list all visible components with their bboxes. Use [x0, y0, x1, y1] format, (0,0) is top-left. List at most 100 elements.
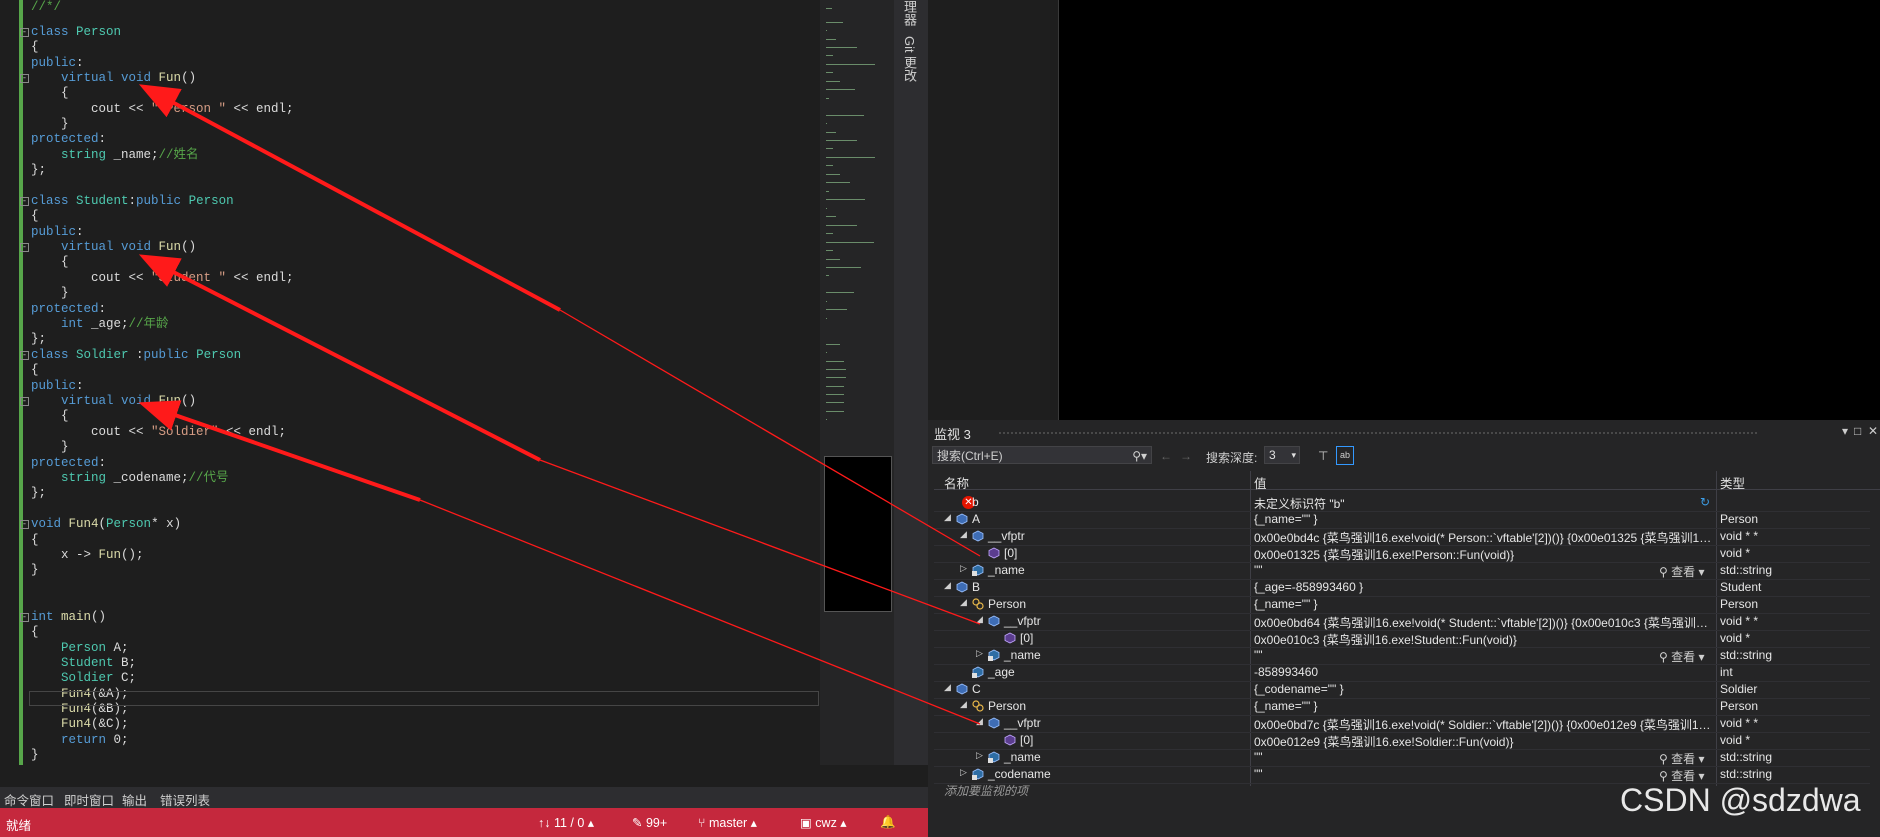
collapse-icon[interactable]: ◢	[960, 529, 967, 540]
watch-value[interactable]: {_codename="" }	[1254, 682, 1714, 696]
refresh-icon[interactable]: ↻	[1700, 495, 1710, 509]
collapse-icon[interactable]: ◢	[944, 512, 951, 523]
code-token: ();	[121, 548, 144, 562]
watch-row[interactable]: [0] 0x00e01325 {菜鸟强训16.exe!Person::Fun(vo…	[934, 545, 1870, 563]
watch-value[interactable]: -858993460	[1254, 665, 1714, 679]
watch-value[interactable]: 0x00e012e9 {菜鸟强训16.exe!Soldier::Fun(void…	[1254, 733, 1714, 750]
watch-value[interactable]: ""	[1254, 750, 1644, 764]
chevron-down-icon: ▾	[1695, 650, 1705, 664]
watch-row[interactable]: ◢ A {_name="" } Person	[934, 511, 1870, 529]
watch-value[interactable]: {_name="" }	[1254, 597, 1714, 611]
expand-icon[interactable]: ▷	[960, 563, 967, 574]
csdn-watermark: CSDN @sdzdwa	[1620, 782, 1861, 818]
collapse-icon[interactable]: ◢	[944, 580, 951, 591]
collapse-icon[interactable]: ◢	[960, 699, 967, 710]
collapse-icon[interactable]: ◢	[944, 682, 951, 693]
collapse-icon[interactable]: -	[20, 397, 29, 406]
close-icon[interactable]: ✕	[1868, 424, 1878, 438]
watch-row[interactable]: ◢ __vfptr 0x00e0bd7c {菜鸟强训16.exe!void(* So…	[934, 715, 1870, 733]
watch-row[interactable]: ◢ B {_age=-858993460 } Student	[934, 579, 1870, 597]
collapse-icon[interactable]: -	[20, 243, 29, 252]
watch-value[interactable]: ""	[1254, 767, 1644, 781]
watch-value[interactable]: 未定义标识符 "b"	[1254, 495, 1714, 512]
watch-row[interactable]: ◢ __vfptr 0x00e0bd4c {菜鸟强训16.exe!void(* Pe…	[934, 528, 1870, 546]
collapse-icon[interactable]: ◢	[976, 716, 983, 727]
col-header-type[interactable]: 类型	[1720, 473, 1745, 492]
collapse-icon[interactable]: -	[20, 74, 29, 83]
status-line-indicator[interactable]: ↑↓ 11 / 0 ▴	[538, 815, 594, 830]
watch-value[interactable]: ""	[1254, 648, 1644, 662]
watch-row[interactable]: ◢ __vfptr 0x00e0bd64 {菜鸟强训16.exe!void(* St…	[934, 613, 1870, 631]
minimap-line	[826, 216, 836, 218]
watch-row[interactable]: ◢ Person {_name="" } Person	[934, 596, 1870, 614]
watch-value[interactable]: 0x00e0bd64 {菜鸟强训16.exe!void(* Student::`…	[1254, 614, 1714, 631]
minimap-viewport[interactable]	[824, 456, 892, 612]
minimap-line	[826, 343, 840, 345]
watch-value[interactable]: 0x00e0bd4c {菜鸟强训16.exe!void(* Person::`v…	[1254, 529, 1714, 546]
watch-value[interactable]: ""	[1254, 563, 1644, 577]
collapse-icon[interactable]: ◢	[960, 597, 967, 608]
minimap-line	[826, 8, 832, 9]
status-pending-edits[interactable]: ✎ 99+	[632, 815, 667, 830]
code-token: int	[31, 610, 62, 624]
status-repo[interactable]: ▣ cwz ▴	[800, 815, 847, 830]
watch-row[interactable]: ▷ _name "" ⚲ 查看 ▾ std::string	[934, 562, 1870, 580]
view-visualizer-button[interactable]: ⚲ 查看 ▾	[1659, 750, 1705, 767]
expand-icon[interactable]: ▷	[960, 767, 967, 778]
code-text: cout << "Soldier" << endl;	[31, 425, 286, 440]
watch-value[interactable]: 0x00e0bd7c {菜鸟强训16.exe!void(* Soldier::`…	[1254, 716, 1714, 733]
search-icon[interactable]: ⚲▾	[1132, 447, 1147, 465]
watch-row[interactable]: [0] 0x00e012e9 {菜鸟强训16.exe!Soldier::Fun(v…	[934, 732, 1870, 750]
collapse-icon[interactable]: -	[20, 520, 29, 529]
col-header-name[interactable]: 名称	[944, 473, 969, 492]
code-text: {	[31, 533, 39, 548]
watch-value[interactable]: {_name="" }	[1254, 512, 1714, 526]
side-tab-git-changes[interactable]: Git 更改	[900, 36, 919, 82]
collapse-icon[interactable]: -	[20, 197, 29, 206]
watch-value[interactable]: 0x00e01325 {菜鸟强训16.exe!Person::Fun(void)…	[1254, 546, 1714, 563]
watch-type: Soldier	[1720, 682, 1758, 696]
collapse-icon[interactable]: -	[20, 28, 29, 37]
notification-bell-icon[interactable]: 🔔	[880, 815, 896, 830]
col-header-value[interactable]: 值	[1254, 473, 1267, 492]
dropdown-icon[interactable]: ▾	[1842, 424, 1848, 438]
watch-value[interactable]: 0x00e010c3 {菜鸟强训16.exe!Student::Fun(void…	[1254, 631, 1714, 648]
hex-display-icon[interactable]: ab	[1336, 446, 1354, 465]
tab-command-window[interactable]: 命令窗口	[4, 790, 54, 809]
search-depth-select[interactable]: 3 ▾	[1264, 446, 1300, 464]
watch-row[interactable]: _age -858993460 int	[934, 664, 1870, 682]
tab-error-list[interactable]: 错误列表	[160, 790, 210, 809]
view-visualizer-button[interactable]: ⚲ 查看 ▾	[1659, 648, 1705, 665]
watch-row[interactable]: ◢ Person {_name="" } Person	[934, 698, 1870, 716]
collapse-icon[interactable]: -	[20, 351, 29, 360]
back-arrow-icon[interactable]: ←	[1160, 449, 1172, 463]
watch-value[interactable]: {_name="" }	[1254, 699, 1714, 713]
expand-icon[interactable]: ▷	[976, 750, 983, 761]
side-tab-explorer[interactable]: 理器	[900, 0, 919, 26]
code-text: Soldier C;	[31, 671, 136, 686]
code-token: main	[61, 610, 92, 624]
forward-arrow-icon[interactable]: →	[1180, 449, 1192, 463]
add-watch-item[interactable]: 添加要监视的项	[944, 782, 1028, 799]
minimap-line	[826, 368, 846, 370]
watch-row[interactable]: [0] 0x00e010c3 {菜鸟强训16.exe!Student::Fun(v…	[934, 630, 1870, 648]
pin-icon[interactable]: ⊤	[1318, 449, 1328, 463]
watch-row[interactable]: ▷ _name "" ⚲ 查看 ▾ std::string	[934, 749, 1870, 767]
watch-row[interactable]: ◢ C {_codename="" } Soldier	[934, 681, 1870, 699]
code-token: x ->	[31, 548, 99, 562]
watch-row[interactable]: ✕ b 未定义标识符 "b" ↻	[934, 494, 1870, 512]
maximize-icon[interactable]: □	[1854, 424, 1861, 438]
watch-title-bar[interactable]: 监视 3 ▾ □ ✕	[928, 422, 1880, 442]
code-token: cout <<	[31, 102, 152, 116]
view-visualizer-button[interactable]: ⚲ 查看 ▾	[1659, 563, 1705, 580]
status-git-branch[interactable]: ⑂ master ▴	[698, 815, 757, 830]
code-token: {	[31, 625, 39, 639]
collapse-icon[interactable]: ◢	[976, 614, 983, 625]
expand-icon[interactable]: ▷	[976, 648, 983, 659]
watch-search-input[interactable]: 搜索(Ctrl+E) ⚲▾	[932, 446, 1152, 464]
watch-value[interactable]: {_age=-858993460 }	[1254, 580, 1714, 594]
collapse-icon[interactable]: -	[20, 613, 29, 622]
tab-immediate-window[interactable]: 即时窗口	[64, 790, 114, 809]
watch-row[interactable]: ▷ _name "" ⚲ 查看 ▾ std::string	[934, 647, 1870, 665]
minimap-line	[826, 232, 833, 234]
